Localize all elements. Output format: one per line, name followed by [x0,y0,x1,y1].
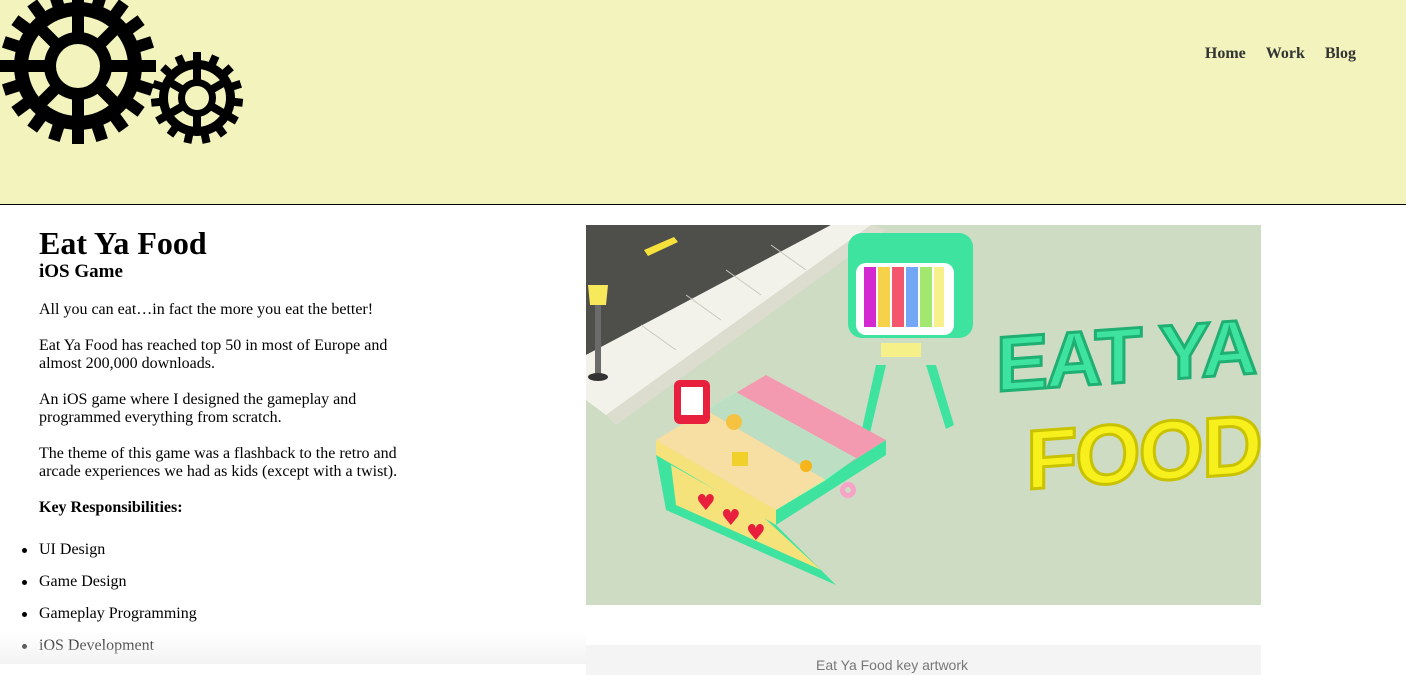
project-subtitle: iOS Game [39,261,123,282]
paragraph-tagline: All you can eat…in fact the more you eat… [39,301,374,318]
image-caption: Eat Ya Food key artwork [816,657,968,673]
project-title: Eat Ya Food [39,225,207,261]
responsibilities-heading: Key Responsibilities: [39,499,183,516]
project-description: Eat Ya Food iOS Game All you can eat…in … [22,225,419,669]
svg-text:♥: ♥ [721,506,741,531]
nav-work-link[interactable]: Work [1266,45,1305,63]
paragraph-theme: The theme of this game was a flashback t… [39,445,398,480]
list-item: iOS Development [22,637,419,655]
svg-text:♥: ♥ [696,491,716,516]
main-nav: Home Work Blog [1205,45,1356,63]
list-item: Game Design [22,573,419,591]
svg-text:♥: ♥ [746,521,766,546]
paragraph-downloads: Eat Ya Food has reached top 50 in most o… [39,337,388,372]
nav-blog-link[interactable]: Blog [1325,45,1356,63]
hero-image: ♥ ♥ ♥ EAT YA FOOD [586,225,1261,605]
responsibilities-list: UI Design Game Design Gameplay Programmi… [22,541,419,655]
paragraph-role: An iOS game where I designed the gamepla… [39,391,357,426]
list-item: UI Design [22,541,419,559]
logo-line1: EAT YA [996,302,1256,408]
nav-home-link[interactable]: Home [1205,45,1246,63]
gears-icon[interactable] [0,0,250,150]
logo-line2: FOOD [1026,397,1261,507]
list-item: Gameplay Programming [22,605,419,623]
site-header: Home Work Blog [0,0,1406,205]
game-artwork: ♥ ♥ ♥ EAT YA FOOD [586,225,1261,605]
image-caption-bar: Eat Ya Food key artwork [586,645,1261,675]
